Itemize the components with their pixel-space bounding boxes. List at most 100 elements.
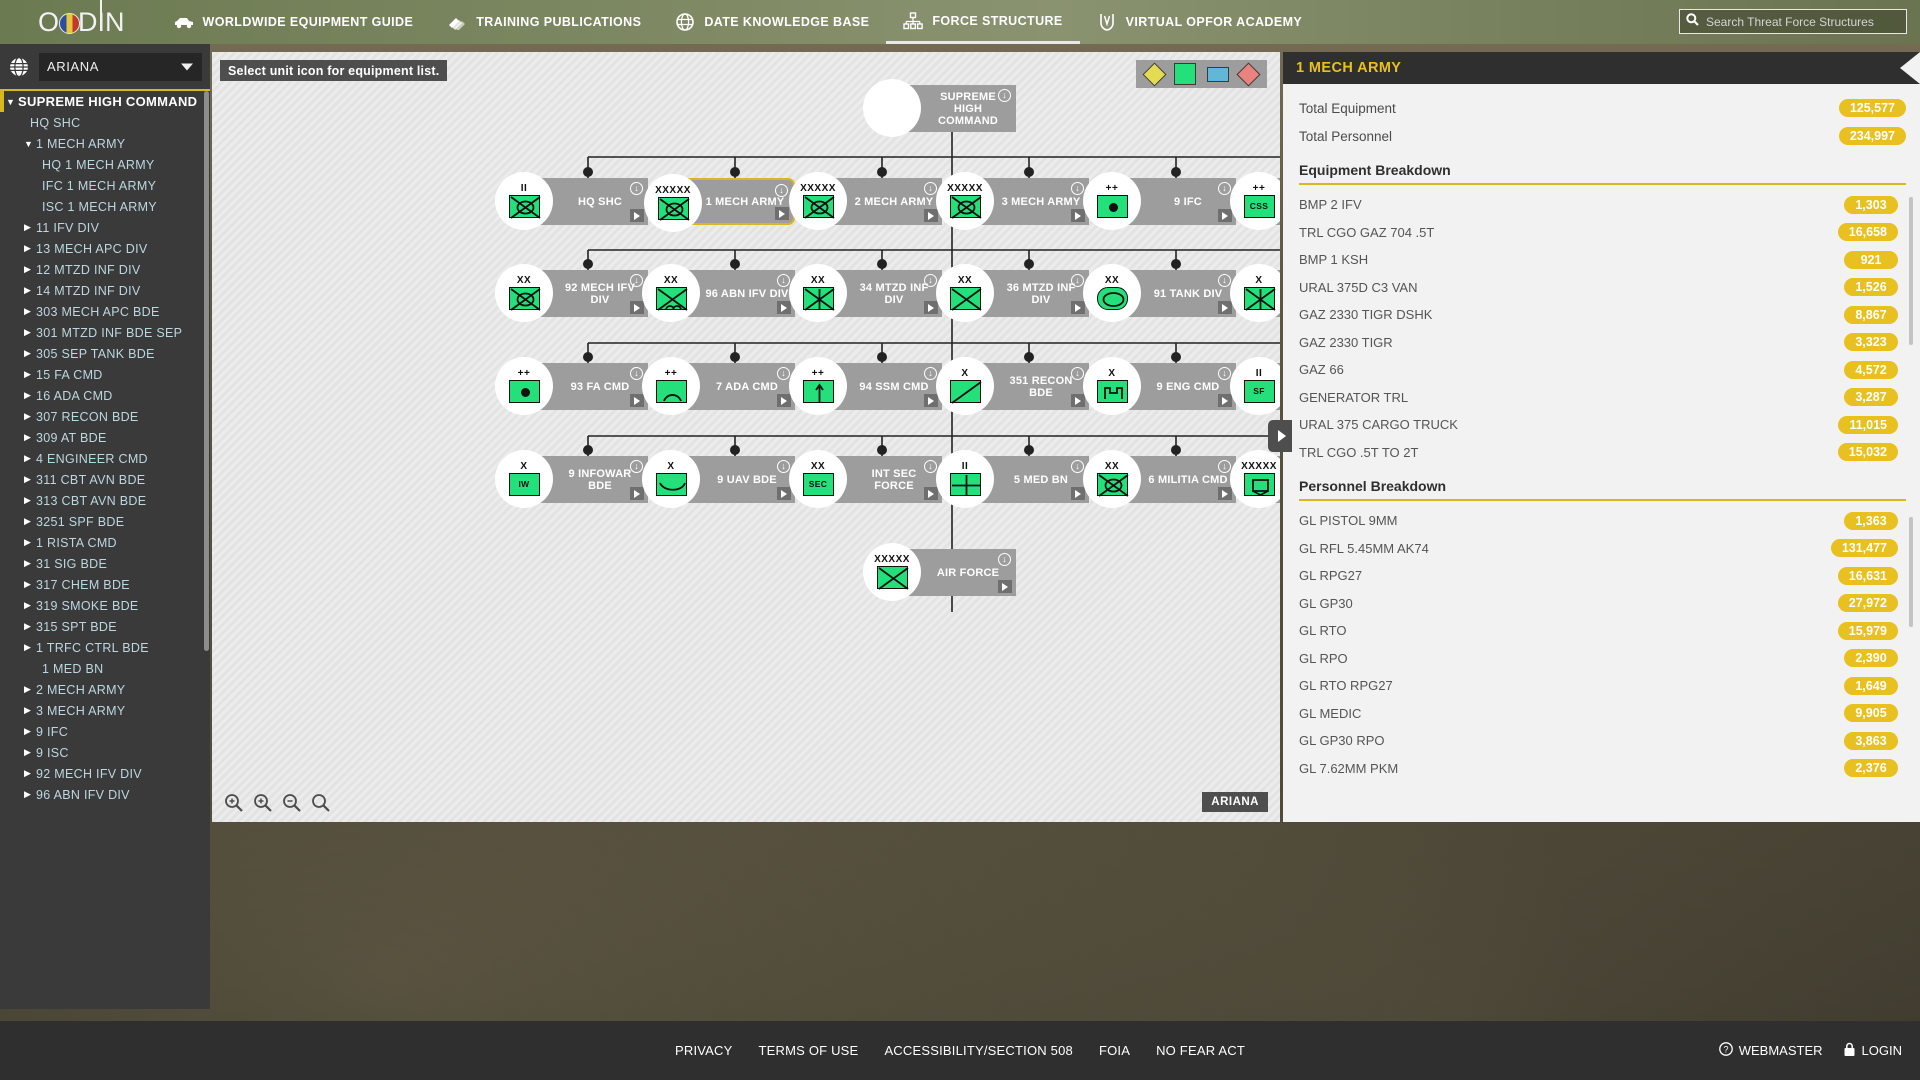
chevron-right-icon[interactable]: ▶ xyxy=(24,747,36,758)
download-icon[interactable]: ↓ xyxy=(1218,274,1231,287)
sidebar-item-1-med-bn[interactable]: 1 MED BN xyxy=(0,658,210,679)
org-node-6-militia-cmd[interactable]: XX6 MILITIA CMD↓ xyxy=(1108,456,1236,503)
org-node-1-mech-army[interactable]: XXXXX1 MECH ARMY↓ xyxy=(667,178,795,225)
sidebar-item-96-abn-ifv-div[interactable]: ▶96 ABN IFV DIV xyxy=(0,784,210,805)
sidebar-item-301-mtzd-inf-bde-sep[interactable]: ▶301 MTZD INF BDE SEP xyxy=(0,322,210,343)
org-node-3-mech-army[interactable]: XXXXX3 MECH ARMY↓ xyxy=(961,178,1089,225)
unit-symbol-icon[interactable]: XXXXX xyxy=(644,174,702,232)
expand-arrow-icon[interactable] xyxy=(775,207,789,220)
zoom-to-fit-icon[interactable] xyxy=(224,793,243,812)
equipment-breakdown-list[interactable]: BMP 2 IFV1,303TRL CGO GAZ 704 .5T16,658B… xyxy=(1283,191,1920,466)
legend-blue-rectangle[interactable] xyxy=(1207,67,1229,82)
sidebar-item-311-cbt-avn-bde[interactable]: ▶311 CBT AVN BDE xyxy=(0,469,210,490)
legend-red-diamond[interactable] xyxy=(1236,62,1260,86)
org-node-9-eng-cmd[interactable]: X9 ENG CMD↓ xyxy=(1108,363,1236,410)
expand-arrow-icon[interactable] xyxy=(1218,394,1232,407)
expand-arrow-icon[interactable] xyxy=(777,394,791,407)
sidebar-item-16-ada-cmd[interactable]: ▶16 ADA CMD xyxy=(0,385,210,406)
unit-symbol-icon[interactable]: ++ xyxy=(642,357,700,415)
sidebar-item-11-ifv-div[interactable]: ▶11 IFV DIV xyxy=(0,217,210,238)
footer-link-accessibility-section-508[interactable]: ACCESSIBILITY/SECTION 508 xyxy=(871,1043,1086,1058)
expand-arrow-icon[interactable] xyxy=(630,487,644,500)
org-node-9-infowar-bde[interactable]: XIW9 INFOWAR BDE↓ xyxy=(520,456,648,503)
org-node-supreme-high-command[interactable]: SUPREME HIGH COMMAND↓ xyxy=(888,85,1016,132)
chevron-right-icon[interactable]: ▶ xyxy=(24,348,36,359)
breakdown-row[interactable]: GAZ 2330 TIGR3,323 xyxy=(1283,329,1920,357)
expand-arrow-icon[interactable] xyxy=(1071,487,1085,500)
chevron-right-icon[interactable]: ▶ xyxy=(24,411,36,422)
equipment-scrollbar[interactable] xyxy=(1909,197,1913,345)
unit-symbol-icon[interactable]: XXXXX xyxy=(1230,450,1280,508)
download-icon[interactable]: ↓ xyxy=(630,460,643,473)
legend-green-square[interactable] xyxy=(1174,63,1196,85)
org-node-navy[interactable]: XXXXXNAVY↓ xyxy=(1255,456,1280,503)
chevron-right-icon[interactable]: ▶ xyxy=(24,474,36,485)
unit-symbol-icon[interactable]: XXXXX xyxy=(789,172,847,230)
unit-symbol-icon[interactable]: XX xyxy=(642,264,700,322)
org-node-2-mech-army[interactable]: XXXXX2 MECH ARMY↓ xyxy=(814,178,942,225)
download-icon[interactable]: ↓ xyxy=(924,182,937,195)
breakdown-row[interactable]: BMP 2 IFV1,303 xyxy=(1283,191,1920,219)
chevron-right-icon[interactable]: ▶ xyxy=(24,453,36,464)
breakdown-row[interactable]: GAZ 664,572 xyxy=(1283,356,1920,384)
download-icon[interactable]: ↓ xyxy=(777,367,790,380)
org-node-96-abn-ifv-div[interactable]: XX96 ABN IFV DIV↓ xyxy=(667,270,795,317)
sidebar-item-303-mech-apc-bde[interactable]: ▶303 MECH APC BDE xyxy=(0,301,210,322)
country-dropdown[interactable]: ARIANA xyxy=(39,53,202,81)
expand-arrow-icon[interactable] xyxy=(924,301,938,314)
chevron-right-icon[interactable]: ▶ xyxy=(24,432,36,443)
org-node-345-mtzd-inf-bde-sep[interactable]: X345 MTZD INF BDE SEP↓ xyxy=(1255,270,1280,317)
unit-symbol-icon[interactable]: XX xyxy=(789,264,847,322)
expand-arrow-icon[interactable] xyxy=(1218,301,1232,314)
chevron-right-icon[interactable]: ▶ xyxy=(24,243,36,254)
expand-arrow-icon[interactable] xyxy=(998,580,1012,593)
sidebar-item-313-cbt-avn-bde[interactable]: ▶313 CBT AVN BDE xyxy=(0,490,210,511)
chevron-right-icon[interactable]: ▶ xyxy=(24,558,36,569)
sidebar-item-4-engineer-cmd[interactable]: ▶4 ENGINEER CMD xyxy=(0,448,210,469)
download-icon[interactable]: ↓ xyxy=(998,89,1011,102)
chevron-right-icon[interactable]: ▶ xyxy=(24,369,36,380)
download-icon[interactable]: ↓ xyxy=(775,184,788,197)
chevron-right-icon[interactable]: ▶ xyxy=(24,264,36,275)
unit-symbol-icon[interactable]: IISF xyxy=(1230,357,1280,415)
sidebar-item-307-recon-bde[interactable]: ▶307 RECON BDE xyxy=(0,406,210,427)
nav-date-knowledge-base[interactable]: DATE KNOWLEDGE BASE xyxy=(658,0,886,44)
expand-arrow-icon[interactable] xyxy=(777,487,791,500)
unit-symbol-icon[interactable]: XXXXX xyxy=(936,172,994,230)
personnel-scrollbar[interactable] xyxy=(1909,517,1913,627)
unit-tree[interactable]: ▼SUPREME HIGH COMMANDHQ SHC▼1 MECH ARMYH… xyxy=(0,89,210,1009)
unit-symbol-icon[interactable]: XXXXX xyxy=(863,543,921,601)
download-icon[interactable]: ↓ xyxy=(1071,460,1084,473)
legend-yellow-diamond[interactable] xyxy=(1142,62,1166,86)
chevron-down-icon[interactable]: ▼ xyxy=(6,97,18,107)
webmaster-link[interactable]: ? WEBMASTER xyxy=(1719,1042,1823,1059)
chevron-right-icon[interactable]: ▶ xyxy=(24,516,36,527)
unit-symbol-icon[interactable]: XXSEC xyxy=(789,450,847,508)
expand-arrow-icon[interactable] xyxy=(924,209,938,222)
breakdown-row[interactable]: GL PISTOL 9MM1,363 xyxy=(1283,507,1920,535)
search-box[interactable] xyxy=(1679,9,1907,34)
breakdown-row[interactable]: URAL 375D C3 VAN1,526 xyxy=(1283,274,1920,302)
unit-symbol-icon[interactable]: XX xyxy=(936,264,994,322)
footer-link-privacy[interactable]: PRIVACY xyxy=(662,1043,746,1058)
panel-collapse-handle[interactable] xyxy=(1268,420,1292,452)
expand-arrow-icon[interactable] xyxy=(777,301,791,314)
sidebar-item-319-smoke-bde[interactable]: ▶319 SMOKE BDE xyxy=(0,595,210,616)
sidebar-item-ifc-1-mech-army[interactable]: IFC 1 MECH ARMY xyxy=(0,175,210,196)
sidebar-item-1-mech-army[interactable]: ▼1 MECH ARMY xyxy=(0,133,210,154)
nav-virtual-opfor-academy[interactable]: VIRTUAL OPFOR ACADEMY xyxy=(1080,0,1319,44)
nav-training-publications[interactable]: TRAINING PUBLICATIONS xyxy=(430,0,658,44)
breakdown-row[interactable]: URAL 375 CARGO TRUCK11,015 xyxy=(1283,411,1920,439)
unit-symbol-icon[interactable]: XIW xyxy=(495,450,553,508)
chevron-right-icon[interactable]: ▶ xyxy=(24,768,36,779)
download-icon[interactable]: ↓ xyxy=(1218,182,1231,195)
breakdown-row[interactable]: TRL CGO GAZ 704 .5T16,658 xyxy=(1283,219,1920,247)
sidebar-item-isc-1-mech-army[interactable]: ISC 1 MECH ARMY xyxy=(0,196,210,217)
unit-symbol-icon[interactable]: X xyxy=(936,357,994,415)
breakdown-row[interactable]: GL RTO RPG271,649 xyxy=(1283,672,1920,700)
reset-view-icon[interactable] xyxy=(311,793,330,812)
chevron-right-icon[interactable]: ▶ xyxy=(24,642,36,653)
download-icon[interactable]: ↓ xyxy=(1071,367,1084,380)
zoom-in-icon[interactable] xyxy=(253,793,272,812)
sidebar-item-hq-shc[interactable]: HQ SHC xyxy=(0,112,210,133)
